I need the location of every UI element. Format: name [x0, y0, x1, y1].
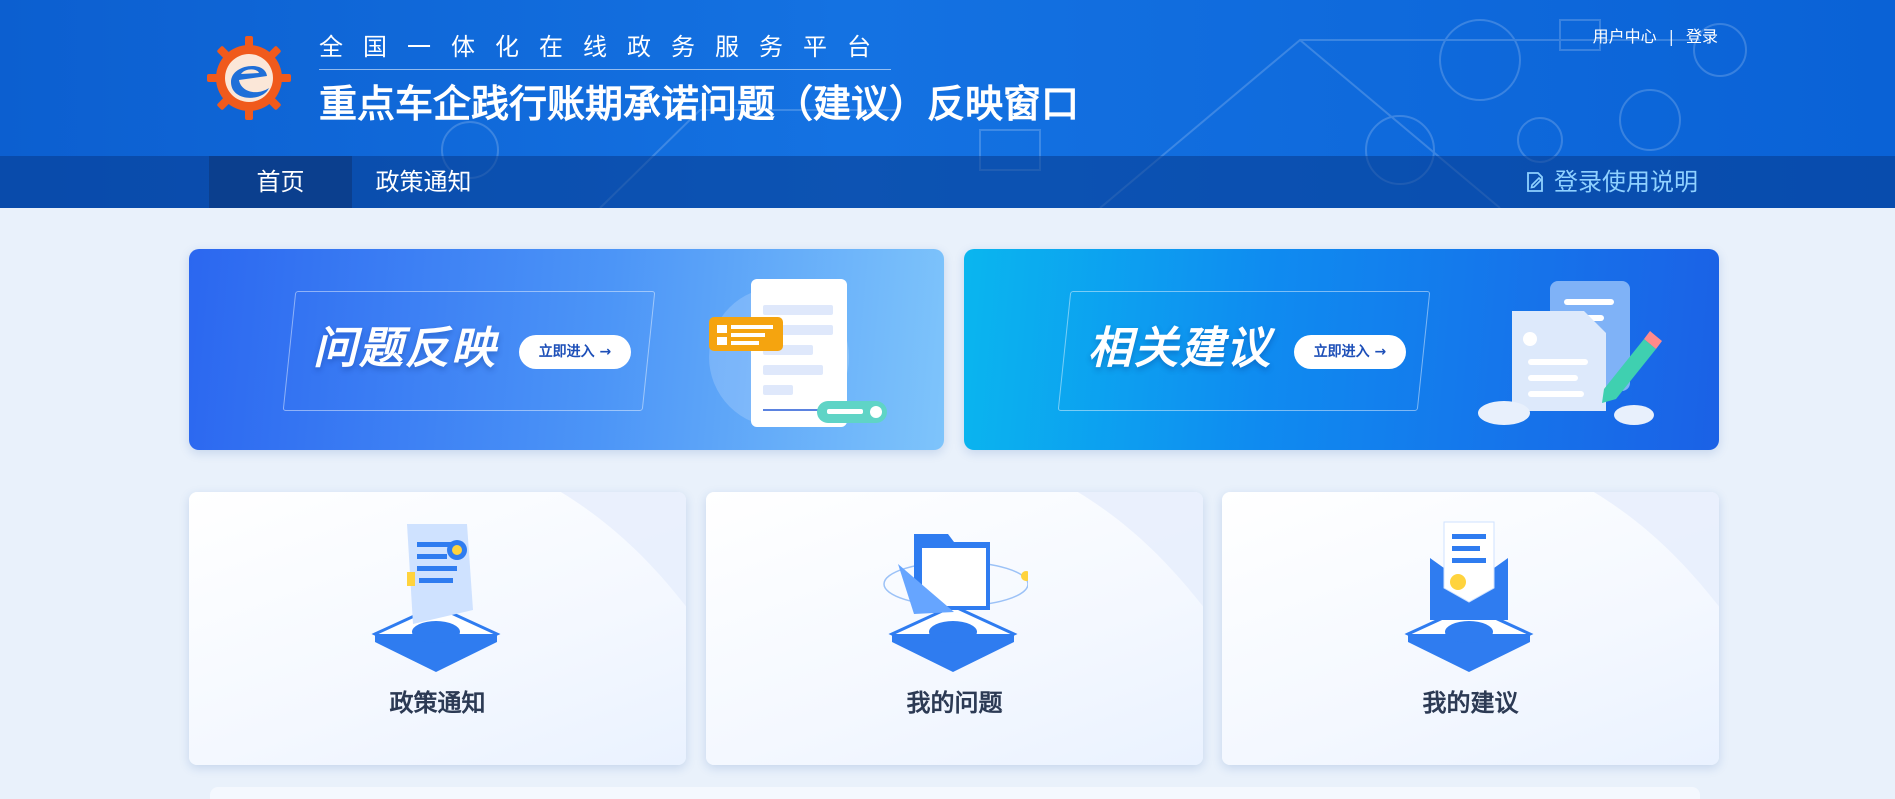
card-my-suggestions[interactable]: 我的建议 [1222, 492, 1719, 765]
policy-document-icon [371, 524, 501, 672]
suggestion-banner[interactable]: 相关建议 立即进入 → [964, 249, 1719, 450]
user-center-link[interactable]: 用户中心 [1593, 27, 1657, 46]
envelope-icon [1404, 521, 1534, 672]
card-my-problems[interactable]: 我的问题 [706, 492, 1203, 765]
enter-button[interactable]: 立即进入 → [1294, 335, 1406, 369]
login-help-link[interactable]: 登录使用说明 [1524, 156, 1698, 208]
platform-logo [207, 36, 291, 120]
banner-title: 问题反映 [313, 323, 497, 374]
link-separator: | [1668, 27, 1674, 46]
user-links: 用户中心 | 登录 [1593, 26, 1718, 48]
document-pencil-icon [1478, 281, 1662, 425]
document-chat-icon [709, 279, 887, 427]
enter-button[interactable]: 立即进入 → [519, 335, 631, 369]
card-label: 我的建议 [1422, 689, 1519, 717]
folder-icon [883, 534, 1028, 672]
nav-item-policy[interactable]: 政策通知 [352, 156, 495, 208]
main-nav: 首页 政策通知 登录使用说明 [0, 156, 1895, 208]
login-help-label: 登录使用说明 [1554, 168, 1698, 196]
platform-subtitle: 全国一体化在线政务服务平台 [319, 30, 891, 70]
card-label: 我的问题 [906, 689, 1003, 717]
login-link[interactable]: 登录 [1686, 27, 1718, 46]
problem-report-banner[interactable]: 问题反映 立即进入 → [189, 249, 944, 450]
bottom-panel-edge [210, 787, 1700, 799]
card-policy-notice[interactable]: 政策通知 [189, 492, 686, 765]
banner-title: 相关建议 [1088, 323, 1272, 374]
card-label: 政策通知 [389, 689, 486, 717]
edit-note-icon [1527, 172, 1543, 192]
page-title: 重点车企践行账期承诺问题（建议）反映窗口 [319, 82, 1080, 126]
site-header: 全国一体化在线政务服务平台 重点车企践行账期承诺问题（建议）反映窗口 用户中心 |… [0, 0, 1895, 208]
nav-item-home[interactable]: 首页 [209, 156, 352, 208]
